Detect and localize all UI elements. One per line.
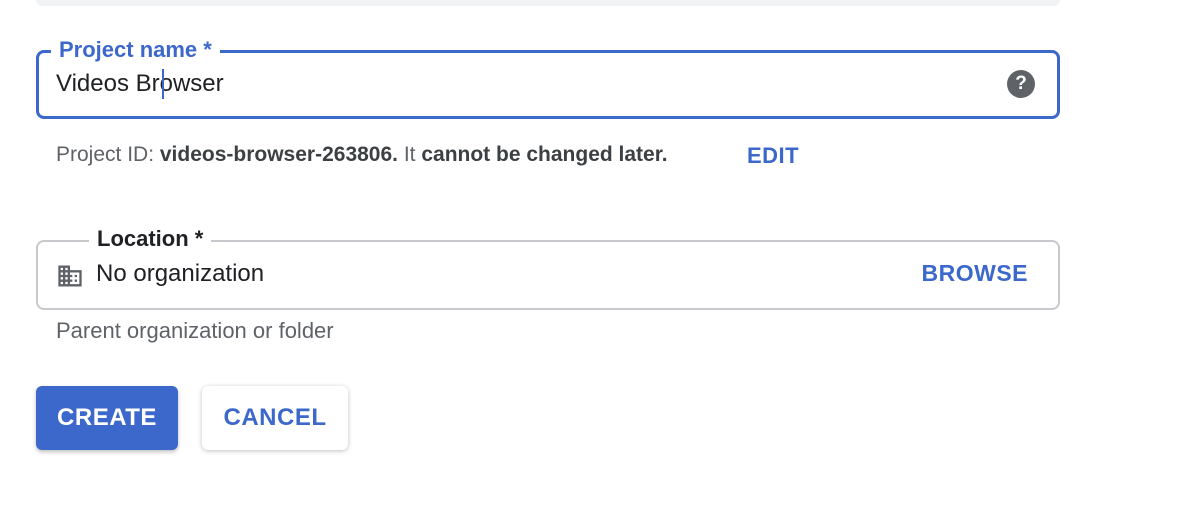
edit-project-id-button[interactable]: EDIT [747,143,799,169]
location-label: Location * [89,226,212,252]
building-icon [58,265,82,287]
project-name-label: Project name * [51,37,220,63]
new-project-form: Project name * ? Project ID: videos-brow… [0,0,1194,508]
location-helper-text: Parent organization or folder [56,318,334,343]
project-id-middle: It [398,143,422,166]
help-question-icon[interactable]: ? [1007,70,1035,98]
cancel-button[interactable]: CANCEL [202,386,348,450]
create-button[interactable]: CREATE [36,386,178,450]
project-id-suffix: cannot be changed later. [421,143,668,166]
top-divider-strip [36,0,1060,6]
project-id-prefix: Project ID: [56,143,160,166]
location-value: No organization [96,260,265,287]
project-id-value: videos-browser-263806. [159,143,398,166]
text-caret [162,69,164,99]
project-id-text: Project ID: videos-browser-263806. It ca… [56,143,668,167]
browse-button[interactable]: BROWSE [922,260,1029,287]
project-name-input[interactable] [56,66,956,102]
location-field[interactable]: Location * No organization BROWSE [36,226,1060,310]
project-name-field[interactable]: Project name * ? [36,37,1060,119]
